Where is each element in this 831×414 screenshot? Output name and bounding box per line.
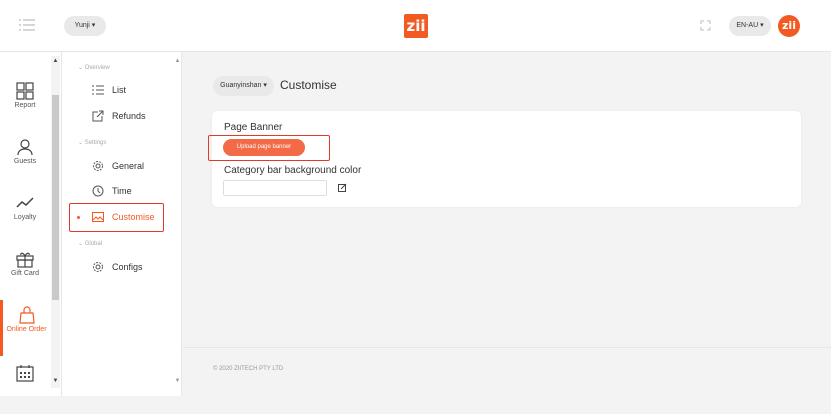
bag-icon [18,306,35,324]
nav-item-customise[interactable]: Customise [92,207,155,227]
list-icon [92,85,104,95]
upload-banner-button[interactable]: Upload page banner [223,139,305,156]
section-overview-label: Overview [84,65,110,71]
page-title: Customise [280,78,337,92]
nav-item-configs[interactable]: Configs [92,257,143,277]
rail-item-calendar[interactable] [0,358,50,414]
active-dot [77,216,80,219]
gift-icon [16,252,34,268]
top-bar: Yunji ▾ zii EN-AU ▾ zii [0,0,831,52]
store-selector[interactable]: Yunji ▾ [64,16,106,36]
rail-item-guests[interactable]: Guests [0,132,50,188]
category-bar-color-label: Category bar background color [224,165,362,176]
rail-item-report[interactable]: Report [0,76,50,132]
category-bar-color-input[interactable] [223,180,327,196]
copyright: © 2020 ZIITECH PTY LTD [213,366,284,372]
brand-logo: zii [404,14,428,38]
calendar-icon [16,365,34,382]
section-global[interactable]: ⌄ Global [78,240,102,247]
refund-icon [92,110,104,122]
section-settings-label: Settings [84,140,107,146]
rail-item-gift-card[interactable]: Gift Card [0,244,50,300]
rail-label-report: Report [14,102,36,109]
nav-scroll-down-icon[interactable]: ▼ [173,378,182,384]
fullscreen-icon[interactable] [700,20,711,31]
nav-scroll-up-icon[interactable]: ▲ [173,58,182,64]
section-global-label: Global [84,241,103,247]
nav-label-configs: Configs [112,262,143,272]
nav-label-time: Time [112,186,132,196]
gear-icon [93,262,103,272]
rail-label-gift-card: Gift Card [10,270,39,277]
nav-item-general[interactable]: General [92,156,144,176]
grid-icon [16,82,34,100]
avatar[interactable]: zii [778,15,800,37]
nav-item-time[interactable]: Time [92,181,132,201]
image-icon [92,212,104,222]
menu-toggle-icon[interactable] [18,18,36,32]
edit-icon[interactable] [338,183,347,192]
gear-icon [93,161,103,171]
rail-label-loyalty: Loyalty [13,214,37,221]
nav-label-customise: Customise [112,212,155,222]
nav-label-list: List [112,85,127,95]
rail-item-loyalty[interactable]: Loyalty [0,188,50,244]
trend-icon [16,197,34,208]
nav-item-list[interactable]: List [92,80,126,100]
nav-item-refunds[interactable]: Refunds [92,106,146,126]
clock-icon [92,185,104,197]
page-store-selector[interactable]: Guanyinshan ▾ [213,76,274,96]
rail-scroll-up-icon[interactable]: ▲ [51,58,60,64]
nav-label-refunds: Refunds [112,111,146,121]
rail-scroll-thumb[interactable] [52,95,59,300]
user-icon [17,139,33,156]
rail-label-online-order: Online Order [6,326,47,333]
rail-label-guests: Guests [13,158,37,165]
section-overview[interactable]: ⌄ Overview [78,64,110,71]
language-selector[interactable]: EN-AU ▾ [729,16,771,36]
section-settings[interactable]: ⌄ Settings [78,139,106,146]
nav-label-general: General [112,161,145,171]
page-banner-label: Page Banner [224,122,283,133]
rail-item-online-order[interactable]: Online Order [0,300,50,356]
rail-scroll-down-icon[interactable]: ▼ [51,378,60,384]
